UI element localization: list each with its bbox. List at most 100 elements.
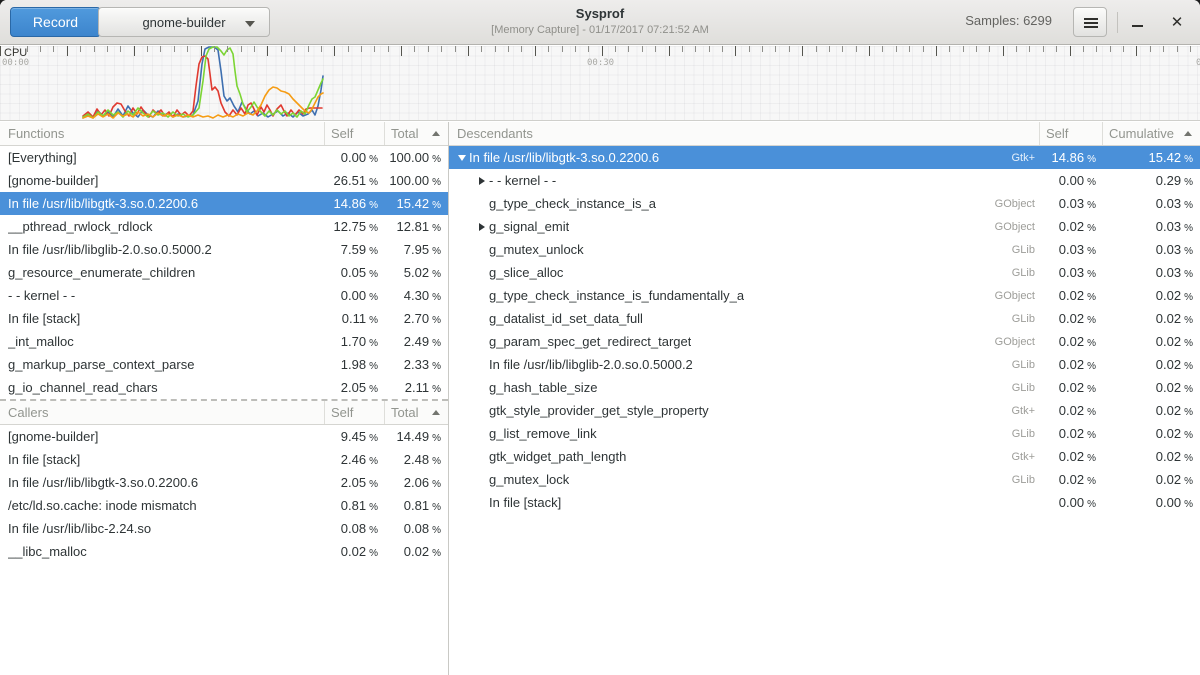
table-row[interactable]: In file /usr/lib/libglib-2.0.so.0.5000.2… [0, 238, 448, 261]
self-value: 2.05% [325, 380, 385, 395]
library-badge: GLib [1012, 244, 1040, 256]
table-row[interactable]: In file /usr/lib/libgtk-3.so.0.2200.614.… [0, 192, 448, 215]
table-row[interactable]: In file [stack]0.11%2.70% [0, 307, 448, 330]
column-header-total[interactable]: Total [385, 401, 448, 424]
tree-row[interactable]: - - kernel - -0.00%0.29% [449, 169, 1200, 192]
triangle-down-icon[interactable] [457, 152, 469, 164]
cumulative-value: 0.02% [1103, 472, 1200, 487]
self-value: 0.02% [1040, 357, 1103, 372]
table-row[interactable]: [gnome-builder]26.51%100.00% [0, 169, 448, 192]
triangle-right-icon[interactable] [477, 175, 489, 187]
minimize-button[interactable] [1123, 9, 1151, 36]
function-name: g_datalist_id_set_data_fullGLib [449, 311, 1040, 326]
self-value: 12.75% [325, 219, 385, 234]
function-name: In file [stack] [0, 311, 325, 326]
table-row[interactable]: [gnome-builder]9.45%14.49% [0, 425, 448, 448]
table-row[interactable]: __libc_malloc0.02%0.02% [0, 540, 448, 563]
tree-row[interactable]: g_mutex_unlockGLib0.03%0.03% [449, 238, 1200, 261]
process-selector-label: gnome-builder [142, 15, 225, 30]
self-value: 0.05% [325, 265, 385, 280]
table-row[interactable]: __pthread_rwlock_rdlock12.75%12.81% [0, 215, 448, 238]
column-header-callers[interactable]: Callers [0, 401, 325, 424]
tree-row[interactable]: g_signal_emitGObject0.02%0.03% [449, 215, 1200, 238]
function-name: g_hash_table_sizeGLib [449, 380, 1040, 395]
total-value: 2.70% [385, 311, 448, 326]
self-value: 0.03% [1040, 196, 1103, 211]
tree-row[interactable]: In file /usr/lib/libgtk-3.so.0.2200.6Gtk… [449, 146, 1200, 169]
table-row[interactable]: In file /usr/lib/libgtk-3.so.0.2200.62.0… [0, 471, 448, 494]
column-header-self[interactable]: Self [1040, 122, 1103, 145]
menu-button[interactable] [1073, 7, 1107, 37]
tree-row[interactable]: g_param_spec_get_redirect_targetGObject0… [449, 330, 1200, 353]
table-row[interactable]: _int_malloc1.70%2.49% [0, 330, 448, 353]
process-selector-dropdown[interactable]: gnome-builder [98, 7, 270, 37]
cumulative-value: 0.02% [1103, 334, 1200, 349]
tree-row[interactable]: g_list_remove_linkGLib0.02%0.02% [449, 422, 1200, 445]
column-header-cumulative[interactable]: Cumulative [1103, 122, 1200, 145]
column-header-total[interactable]: Total [385, 122, 448, 145]
content-panes: Functions Self Total [Everything]0.00%10… [0, 122, 1200, 675]
descendants-table-header: Descendants Self Cumulative [449, 122, 1200, 146]
record-button[interactable]: Record [10, 7, 101, 37]
tree-row[interactable]: g_type_check_instance_is_aGObject0.03%0.… [449, 192, 1200, 215]
title-box: Sysprof [Memory Capture] - 01/17/2017 07… [400, 5, 800, 38]
tree-row[interactable]: g_hash_table_sizeGLib0.02%0.02% [449, 376, 1200, 399]
tree-row[interactable]: g_mutex_lockGLib0.02%0.02% [449, 468, 1200, 491]
function-name: g_mutex_unlockGLib [449, 242, 1040, 257]
self-value: 2.46% [325, 452, 385, 467]
table-row[interactable]: /etc/ld.so.cache: inode mismatch0.81%0.8… [0, 494, 448, 517]
tree-row[interactable]: g_datalist_id_set_data_fullGLib0.02%0.02… [449, 307, 1200, 330]
function-name: In file /usr/lib/libgtk-3.so.0.2200.6 [0, 475, 325, 490]
chevron-down-icon [245, 21, 255, 27]
table-row[interactable]: In file /usr/lib/libc-2.24.so0.08%0.08% [0, 517, 448, 540]
tree-row[interactable]: In file [stack]0.00%0.00% [449, 491, 1200, 514]
column-header-functions[interactable]: Functions [0, 122, 325, 145]
expander-spacer [477, 451, 489, 463]
table-row[interactable]: In file [stack]2.46%2.48% [0, 448, 448, 471]
total-value: 100.00% [385, 173, 448, 188]
function-name: g_list_remove_linkGLib [449, 426, 1040, 441]
table-row[interactable]: g_markup_parse_context_parse1.98%2.33% [0, 353, 448, 376]
tree-row[interactable]: gtk_widget_path_lengthGtk+0.02%0.02% [449, 445, 1200, 468]
column-header-self[interactable]: Self [325, 401, 385, 424]
column-header-self[interactable]: Self [325, 122, 385, 145]
close-button[interactable]: ✕ [1163, 9, 1191, 36]
library-badge: GLib [1012, 267, 1040, 279]
tree-row[interactable]: g_slice_allocGLib0.03%0.03% [449, 261, 1200, 284]
function-name: g_signal_emitGObject [449, 219, 1040, 234]
tree-row[interactable]: gtk_style_provider_get_style_propertyGtk… [449, 399, 1200, 422]
table-row[interactable]: - - kernel - -0.00%4.30% [0, 284, 448, 307]
sysprof-window: Record gnome-builder Sysprof [Memory Cap… [0, 0, 1200, 675]
callers-table: [gnome-builder]9.45%14.49%In file [stack… [0, 425, 448, 563]
sort-ascending-icon [432, 131, 440, 136]
tree-row[interactable]: g_type_check_instance_is_fundamentally_a… [449, 284, 1200, 307]
library-badge: GObject [995, 198, 1040, 210]
hamburger-icon [1084, 18, 1098, 28]
self-value: 0.02% [325, 544, 385, 559]
cumulative-value: 0.00% [1103, 495, 1200, 510]
sort-ascending-icon [432, 410, 440, 415]
function-name: gtk_style_provider_get_style_propertyGtk… [449, 403, 1040, 418]
triangle-right-icon[interactable] [477, 221, 489, 233]
column-header-descendants[interactable]: Descendants [449, 122, 1040, 145]
self-value: 0.03% [1040, 265, 1103, 280]
library-badge: GLib [1012, 359, 1040, 371]
total-value: 2.33% [385, 357, 448, 372]
total-value: 0.02% [385, 544, 448, 559]
expander-spacer [477, 198, 489, 210]
cpu-graph[interactable]: CPU 00:00 00:30 01:00 [0, 46, 1200, 121]
function-name: [Everything] [0, 150, 325, 165]
self-value: 0.02% [1040, 426, 1103, 441]
minimize-icon [1132, 25, 1143, 27]
function-name: [gnome-builder] [0, 429, 325, 444]
total-value: 2.11% [385, 380, 448, 395]
table-row[interactable]: g_io_channel_read_chars2.05%2.11% [0, 376, 448, 399]
cumulative-value: 0.03% [1103, 196, 1200, 211]
function-name: - - kernel - - [0, 288, 325, 303]
cumulative-value: 0.02% [1103, 357, 1200, 372]
tree-row[interactable]: In file /usr/lib/libglib-2.0.so.0.5000.2… [449, 353, 1200, 376]
function-name: /etc/ld.so.cache: inode mismatch [0, 498, 325, 513]
table-row[interactable]: g_resource_enumerate_children0.05%5.02% [0, 261, 448, 284]
right-pane: Descendants Self Cumulative In file /usr… [449, 122, 1200, 675]
table-row[interactable]: [Everything]0.00%100.00% [0, 146, 448, 169]
